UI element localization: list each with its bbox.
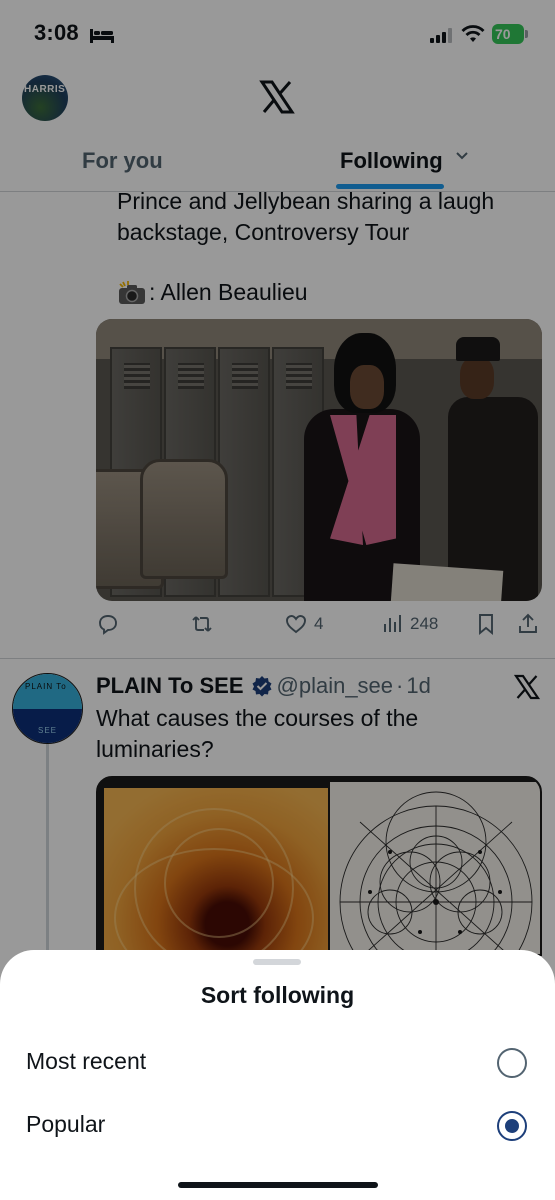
sheet-grabber[interactable]: [253, 959, 301, 965]
option-label: Most recent: [26, 1048, 147, 1074]
sort-option-popular[interactable]: Popular: [0, 1098, 555, 1154]
sort-following-sheet: Sort following Most recent Popular: [0, 950, 555, 1200]
radio-button-selected[interactable]: [497, 1111, 527, 1141]
radio-button-unselected[interactable]: [497, 1048, 527, 1078]
option-label: Popular: [26, 1111, 106, 1137]
sheet-title: Sort following: [200, 982, 355, 1008]
app-screen: 3:08 70 HARRIS For you Following Prince …: [0, 0, 555, 1200]
home-indicator: [178, 1182, 378, 1188]
sort-option-most-recent[interactable]: Most recent: [0, 1035, 555, 1091]
